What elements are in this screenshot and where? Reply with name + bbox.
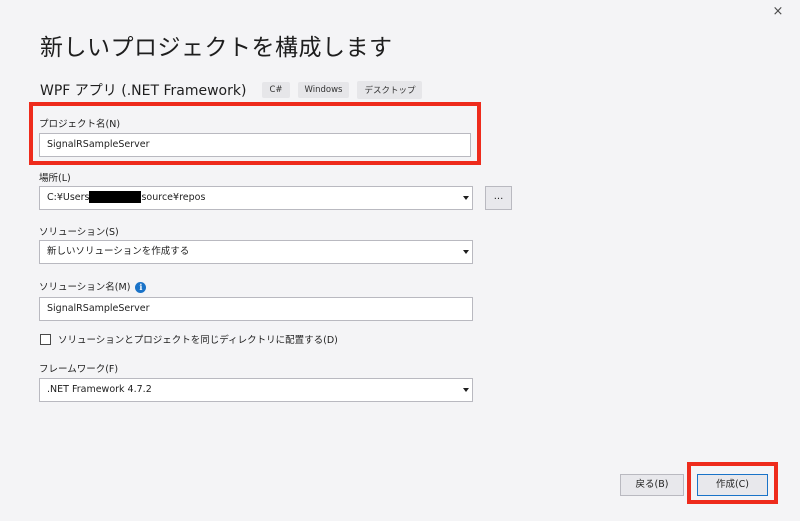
create-button-highlight: [687, 462, 778, 504]
same-directory-option[interactable]: ソリューションとプロジェクトを同じディレクトリに配置する(D): [40, 332, 338, 346]
tag-platform: Windows: [297, 82, 350, 98]
same-directory-checkbox[interactable]: [40, 333, 51, 345]
chevron-down-icon: [463, 388, 469, 392]
framework-value: .NET Framework 4.7.2: [47, 384, 152, 395]
location-combo[interactable]: C:¥Users source¥repos: [39, 186, 473, 210]
configure-project-dialog: × 新しいプロジェクトを構成します WPF アプリ (.NET Framewor…: [0, 0, 800, 521]
chevron-down-icon: [463, 196, 469, 200]
solution-value: 新しいソリューションを作成する: [47, 246, 190, 257]
close-icon[interactable]: ×: [770, 4, 786, 20]
solution-name-label: ソリューション名(M): [39, 282, 131, 293]
solution-name-input[interactable]: SignalRSampleServer: [39, 297, 473, 321]
page-title: 新しいプロジェクトを構成します: [40, 35, 393, 61]
project-name-highlight: [29, 102, 481, 165]
framework-combo[interactable]: .NET Framework 4.7.2: [39, 378, 473, 402]
location-label: 場所(L): [39, 173, 71, 184]
template-name: WPF アプリ (.NET Framework): [40, 83, 247, 99]
back-button[interactable]: 戻る(B): [620, 474, 684, 496]
location-value-suffix: source¥repos: [141, 192, 206, 203]
same-directory-label: ソリューションとプロジェクトを同じディレクトリに配置する(D): [58, 335, 338, 346]
solution-combo[interactable]: 新しいソリューションを作成する: [39, 240, 473, 264]
browse-button[interactable]: ...: [485, 186, 512, 210]
location-value-prefix: C:¥Users: [47, 192, 90, 203]
solution-name-label-row: ソリューション名(M) i: [39, 279, 147, 293]
redacted-username: [89, 190, 142, 203]
tag-project-type: デスクトップ: [357, 81, 423, 99]
solution-label: ソリューション(S): [39, 227, 119, 238]
tag-language: C#: [262, 82, 290, 98]
template-info: WPF アプリ (.NET Framework) C# Windows デスクト…: [40, 80, 423, 100]
info-icon[interactable]: i: [135, 282, 147, 293]
chevron-down-icon: [463, 250, 469, 254]
framework-label: フレームワーク(F): [39, 364, 119, 375]
